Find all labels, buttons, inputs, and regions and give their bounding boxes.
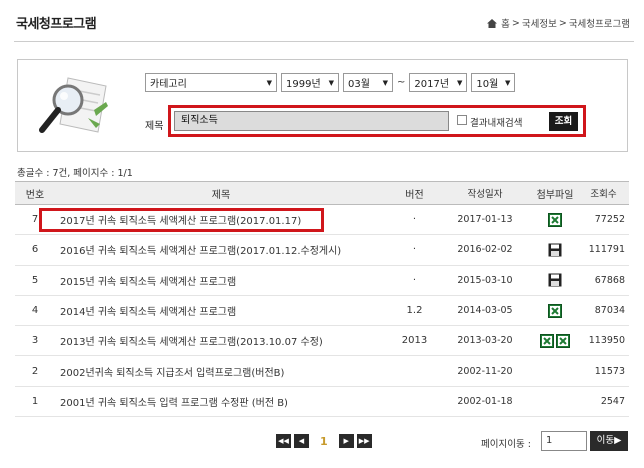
excel-file-icon[interactable] — [548, 212, 562, 227]
from-month-value: 03월 — [348, 79, 370, 90]
page-title: 국세청프로그램 — [16, 17, 97, 32]
header-views: 조회수 — [590, 189, 617, 200]
row-views: 11573 — [594, 365, 625, 377]
row-date: 2015-03-10 — [457, 274, 513, 286]
home-icon[interactable] — [487, 18, 498, 28]
row-views: 111791 — [588, 244, 625, 256]
breadcrumb-separator: > — [558, 17, 567, 29]
breadcrumb: 홈 > 국세정보 > 국세청프로그램 — [487, 16, 630, 30]
prev-page-button[interactable]: ◀ — [294, 434, 309, 448]
row-date: 2016-02-02 — [457, 244, 513, 256]
header-title: 제목 — [211, 189, 231, 201]
result-count: 총글수 : 7건, 페이지수 : 1/1 — [17, 168, 133, 179]
pagination: ◀◀ ◀ 1 ▶ ▶▶ — [276, 434, 372, 448]
header-version: 버전 — [405, 189, 424, 201]
floppy-disk-icon[interactable] — [548, 243, 562, 257]
to-month-select[interactable]: 10월 ▼ — [471, 73, 516, 92]
row-highlight-box — [39, 208, 324, 232]
next-page-button[interactable]: ▶ — [338, 434, 354, 448]
breadcrumb-info[interactable]: 국세정보 — [522, 16, 557, 30]
row-date: 2013-03-20 — [457, 335, 513, 347]
breadcrumb-separator: > — [511, 17, 520, 29]
row-title-link[interactable]: 2014년 귀속 퇴직소득 세액계산 프로그램 — [55, 303, 387, 318]
row-number: 3 — [31, 335, 39, 347]
chevron-down-icon: ▼ — [382, 78, 388, 87]
first-page-button[interactable]: ◀◀ — [276, 434, 291, 448]
table-row[interactable]: 1 2001년 귀속 퇴직소득 입력 프로그램 수정판 (버전 B) 2002-01… — [15, 387, 629, 418]
row-views: 87034 — [594, 305, 625, 317]
floppy-disk-icon[interactable] — [548, 273, 562, 287]
excel-file-icon[interactable] — [540, 333, 554, 348]
last-page-button[interactable]: ▶▶ — [356, 434, 372, 448]
row-number: 1 — [31, 395, 39, 407]
to-year-select[interactable]: 2017년 ▼ — [409, 73, 468, 92]
title-divider — [14, 41, 634, 42]
row-attachments — [528, 303, 582, 318]
table-row[interactable]: 3 2013년 귀속 퇴직소득 세액계산 프로그램(2013.10.07 수정) 2… — [15, 326, 629, 357]
from-year-select[interactable]: 1999년 ▼ — [281, 73, 339, 92]
row-version: · — [412, 274, 417, 286]
date-filter-row: 카테고리 ▼ 1999년 ▼ 03월 ▼ ~ 2017년 ▼ 10월 ▼ — [145, 73, 519, 92]
row-views: 2547 — [600, 395, 625, 407]
row-views: 77252 — [594, 214, 625, 226]
chevron-down-icon: ▼ — [266, 78, 272, 87]
chevron-down-icon: ▼ — [457, 78, 463, 87]
header-no: 번호 — [25, 189, 45, 201]
row-version: · — [412, 214, 417, 226]
row-number: 6 — [31, 244, 39, 256]
excel-file-icon[interactable] — [556, 333, 570, 348]
chevron-down-icon: ▼ — [505, 78, 511, 87]
row-title-link[interactable]: 2013년 귀속 퇴직소득 세액계산 프로그램(2013.10.07 수정) — [55, 333, 387, 348]
row-title-link[interactable]: 2001년 귀속 퇴직소득 입력 프로그램 수정판 (버전 B) — [55, 394, 387, 409]
row-number: 4 — [31, 305, 39, 317]
title-label: 제목 — [145, 121, 164, 132]
header-date: 작성일자 — [467, 189, 503, 200]
row-views: 67868 — [594, 274, 625, 286]
row-version: 2013 — [401, 335, 428, 347]
breadcrumb-home[interactable]: 홈 — [501, 16, 510, 30]
header-attach: 첨부파일 — [536, 189, 574, 201]
row-date: 2002-01-18 — [457, 395, 513, 407]
magnifier-document-icon — [39, 77, 108, 133]
table-row[interactable]: 5 2015년 귀속 퇴직소득 세액계산 프로그램 · 2015-03-10 67868 — [15, 266, 629, 296]
table-row[interactable]: 2 2002년귀속 퇴직소득 지급조서 입력프로그램(버전B) 2002-11-20… — [15, 356, 629, 387]
to-month-value: 10월 — [476, 79, 499, 90]
row-attachments — [528, 243, 582, 257]
row-title-link[interactable]: 2015년 귀속 퇴직소득 세액계산 프로그램 — [55, 273, 387, 288]
current-page-number[interactable]: 1 — [320, 435, 328, 448]
breadcrumb-current: 국세청프로그램 — [568, 19, 630, 30]
range-tilde: ~ — [397, 77, 406, 88]
excel-file-icon[interactable] — [548, 303, 562, 318]
search-highlight-box — [168, 105, 586, 137]
category-select[interactable]: 카테고리 ▼ — [145, 73, 277, 92]
to-year-value: 2017년 — [414, 79, 450, 90]
table-row[interactable]: 6 2016년 귀속 퇴직소득 세액계산 프로그램(2017.01.12.수정게시… — [15, 235, 629, 266]
table-body: 7 2017년 귀속 퇴직소득 세액계산 프로그램(2017.01.17) · 201… — [15, 205, 629, 418]
row-version: 1.2 — [406, 305, 423, 317]
chevron-down-icon: ▼ — [328, 78, 334, 87]
row-number: 2 — [31, 365, 39, 377]
row-views: 113950 — [588, 335, 625, 347]
row-title-link[interactable]: 2016년 귀속 퇴직소득 세액계산 프로그램(2017.01.12.수정게시) — [55, 242, 387, 257]
goto-page-input[interactable]: 1 — [541, 431, 587, 451]
search-panel: 카테고리 ▼ 1999년 ▼ 03월 ▼ ~ 2017년 ▼ 10월 ▼ 제목 … — [17, 59, 628, 152]
from-year-value: 1999년 — [286, 79, 321, 90]
goto-page-label: 페이지이동 : — [481, 439, 531, 450]
row-attachments — [528, 212, 582, 227]
row-attachments — [528, 273, 582, 287]
row-number: 5 — [31, 274, 39, 286]
table-row[interactable]: 4 2014년 귀속 퇴직소득 세액계산 프로그램 1.2 2014-03-05 870… — [15, 296, 629, 327]
row-date: 2017-01-13 — [457, 214, 513, 226]
category-select-value: 카테고리 — [150, 79, 187, 90]
row-title-link[interactable]: 2002년귀속 퇴직소득 지급조서 입력프로그램(버전B) — [55, 364, 387, 379]
goto-page-button[interactable]: 이동▶ — [590, 431, 628, 451]
from-month-select[interactable]: 03월 ▼ — [343, 73, 393, 92]
row-date: 2002-11-20 — [457, 365, 513, 377]
row-attachments — [528, 333, 582, 348]
row-version: · — [412, 244, 417, 256]
table-header: 번호 제목 버전 작성일자 첨부파일 조회수 — [15, 181, 629, 205]
row-date: 2014-03-05 — [457, 305, 513, 317]
